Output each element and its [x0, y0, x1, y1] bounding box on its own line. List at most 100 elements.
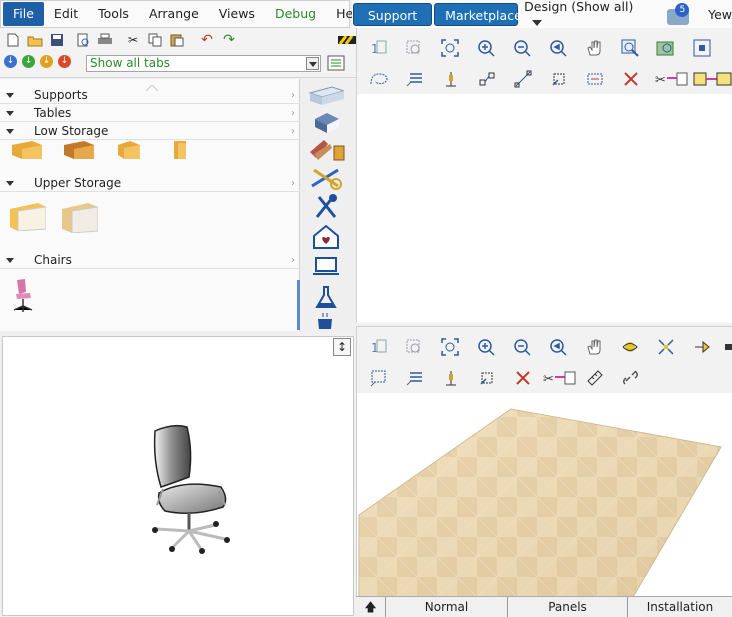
menu-views[interactable]: Views: [209, 2, 265, 26]
menu-arrange[interactable]: Arrange: [139, 2, 209, 26]
copy-move-icon[interactable]: [693, 69, 732, 89]
rotate-object-icon[interactable]: [477, 368, 497, 388]
zoom-previous-icon[interactable]: [548, 38, 568, 58]
measure-ruler-icon[interactable]: [585, 368, 605, 388]
chair-item[interactable]: [10, 278, 36, 317]
catalog-section-chairs[interactable]: Chairs ›: [0, 252, 300, 269]
blue-down-arrow-icon[interactable]: ↓: [4, 55, 17, 68]
fit-to-view-icon[interactable]: [656, 337, 676, 357]
tab-installation[interactable]: Installation: [628, 597, 732, 617]
collapse-handle-icon[interactable]: [145, 80, 159, 92]
material-swatches-icon[interactable]: [306, 137, 346, 163]
zoom-in-icon[interactable]: [476, 38, 496, 58]
expand-vertical-icon[interactable]: ↕: [333, 338, 351, 356]
low-storage-item[interactable]: [118, 141, 140, 162]
print-icon[interactable]: [96, 31, 114, 49]
menu-debug[interactable]: Debug: [265, 2, 326, 26]
notifications-button[interactable]: 5: [667, 3, 692, 25]
support-button[interactable]: Support: [353, 2, 433, 26]
zoom-selection-icon[interactable]: [404, 337, 424, 357]
open-folder-icon[interactable]: [26, 31, 44, 49]
align-grid-icon[interactable]: [585, 69, 605, 89]
menu-tools[interactable]: Tools: [88, 2, 139, 26]
building-category-icon[interactable]: [306, 110, 346, 136]
catalog-section-low-storage[interactable]: Low Storage ›: [0, 123, 300, 140]
furniture-category-icon[interactable]: [306, 83, 346, 109]
tab-panels[interactable]: Panels: [508, 597, 628, 617]
up-arrow-icon[interactable]: 🡅: [356, 597, 386, 617]
scale-corners-icon[interactable]: [513, 69, 533, 89]
low-storage-item[interactable]: [174, 141, 188, 162]
print-preview-icon[interactable]: [74, 31, 92, 49]
upper-storage-item[interactable]: [10, 203, 47, 234]
cut-paste-icon[interactable]: ✂: [655, 69, 689, 89]
item-preview-panel[interactable]: ↕: [2, 336, 354, 616]
collapse-triangle-icon: [6, 129, 14, 134]
rotate-object-icon[interactable]: [549, 69, 569, 89]
view-3d[interactable]: 1 ✂: [356, 326, 732, 597]
catalog-section-tables[interactable]: Tables ›: [0, 105, 300, 122]
zoom-window-icon[interactable]: [620, 38, 640, 58]
home-favorites-icon[interactable]: [306, 224, 346, 250]
insert-wall-icon[interactable]: [441, 368, 461, 388]
frame-view-icon[interactable]: [692, 38, 712, 58]
zoom-in-icon[interactable]: [476, 337, 496, 357]
select-list-icon[interactable]: [405, 69, 425, 89]
pan-hand-icon[interactable]: [584, 38, 604, 58]
cut-paste-icon[interactable]: ✂: [543, 368, 577, 388]
zoom-fit-icon[interactable]: [440, 38, 460, 58]
select-list-icon[interactable]: [405, 368, 425, 388]
catalog-section-upper-storage[interactable]: Upper Storage ›: [0, 175, 300, 192]
lasso-select-icon[interactable]: [369, 69, 389, 89]
box-select-icon[interactable]: [369, 368, 389, 388]
wall-pattern-icon[interactable]: [338, 31, 356, 49]
laboratory-flask-icon[interactable]: [306, 284, 346, 310]
tab-filter-select[interactable]: Show all tabs: [86, 55, 321, 72]
tab-normal[interactable]: Normal: [386, 597, 508, 617]
category-icon-strip: [300, 79, 356, 331]
zoom-actual-size-icon[interactable]: 1: [369, 337, 389, 357]
orbit-camera-icon[interactable]: [620, 337, 640, 357]
zoom-out-icon[interactable]: [512, 337, 532, 357]
red-down-arrow-icon[interactable]: ↓: [58, 55, 71, 68]
undo-icon[interactable]: ↶: [198, 31, 216, 49]
cut-icon[interactable]: ✂: [124, 31, 142, 49]
tab-options-icon[interactable]: [326, 55, 346, 72]
low-storage-item[interactable]: [12, 141, 42, 162]
catalog-section-supports[interactable]: Supports ›: [0, 87, 300, 104]
zoom-previous-icon[interactable]: [548, 337, 568, 357]
zoom-selection-icon[interactable]: [404, 38, 424, 58]
marketplace-button[interactable]: Marketplace: [434, 2, 522, 26]
user-name[interactable]: Yew: [708, 7, 732, 22]
delete-icon[interactable]: [621, 69, 641, 89]
link-icon[interactable]: [621, 368, 641, 388]
zoom-extents-icon[interactable]: [656, 38, 676, 58]
pan-hand-icon[interactable]: [584, 337, 604, 357]
menu-file[interactable]: File: [3, 2, 44, 26]
zoom-actual-size-icon[interactable]: 1: [369, 38, 389, 58]
paste-icon[interactable]: [168, 31, 186, 49]
insert-wall-icon[interactable]: [441, 69, 461, 89]
zoom-out-icon[interactable]: [512, 38, 532, 58]
zoom-fit-icon[interactable]: [440, 337, 460, 357]
walk-through-icon[interactable]: [692, 337, 712, 357]
measure-tools-icon[interactable]: [306, 165, 346, 191]
coffee-cup-icon[interactable]: [306, 311, 346, 331]
plan-view-2d[interactable]: 1 ✂: [356, 28, 732, 323]
design-select[interactable]: Design (Show all): [524, 0, 645, 29]
kitchen-utensils-icon[interactable]: [306, 193, 346, 219]
more-tools-icon[interactable]: [723, 337, 732, 357]
new-file-icon[interactable]: [4, 31, 22, 49]
electronics-laptop-icon[interactable]: [306, 253, 346, 279]
yellow-down-arrow-icon[interactable]: ↓: [40, 55, 53, 68]
svg-text:✂: ✂: [655, 73, 666, 88]
delete-icon[interactable]: [513, 368, 533, 388]
upper-storage-item[interactable]: [62, 203, 99, 236]
menu-edit[interactable]: Edit: [44, 2, 88, 26]
copy-icon[interactable]: [146, 31, 164, 49]
save-icon[interactable]: [48, 31, 66, 49]
green-down-arrow-icon[interactable]: ↓: [22, 55, 35, 68]
redo-icon[interactable]: ↷: [220, 31, 238, 49]
low-storage-item[interactable]: [64, 141, 94, 162]
connect-points-icon[interactable]: [477, 69, 497, 89]
